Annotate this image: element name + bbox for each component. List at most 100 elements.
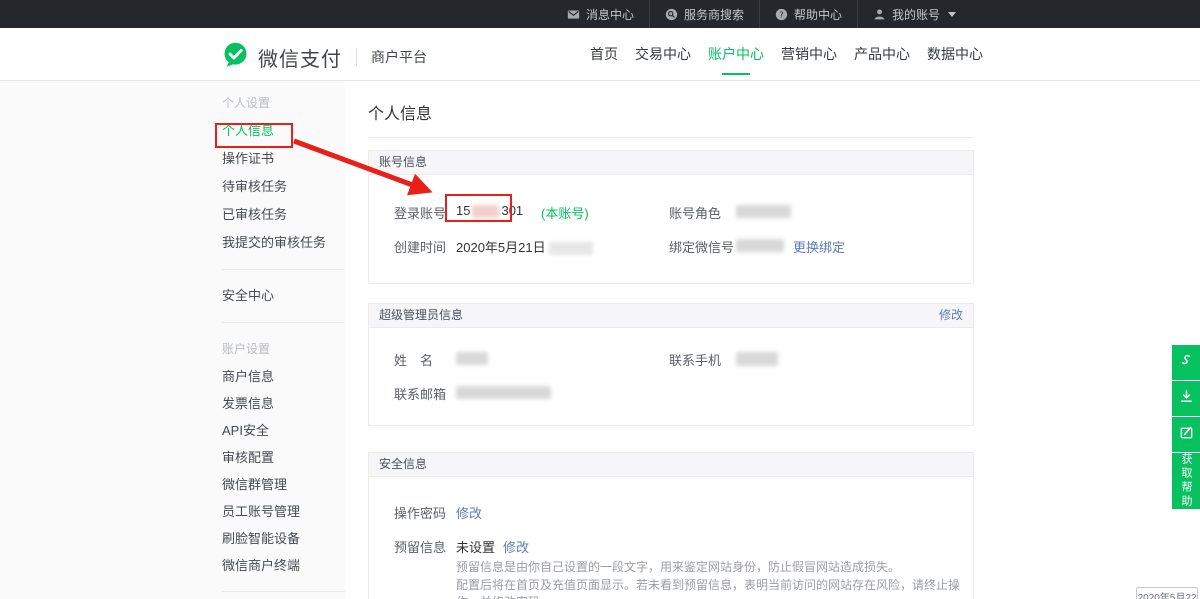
sidebar-item-api-security[interactable]: API安全 [222,417,345,444]
account-role-value [736,203,791,218]
super-admin-edit-link[interactable]: 修改 [939,304,963,327]
sidebar-item-operation-certificate[interactable]: 操作证书 [222,145,345,173]
created-time-value: 2020年5月21日 [456,237,593,256]
sidebar-item-my-submitted-review-tasks[interactable]: 我提交的审核任务 [222,229,345,257]
login-account-label: 登录账号 [394,203,446,222]
reserved-info-label: 预留信息 [394,537,446,556]
reserved-info-value: 未设置 [456,537,495,556]
merchant-platform-page: 消息中心 服务商搜索 ? 帮助中心 我的账号 [0,0,1200,599]
contact-phone-value [736,350,778,366]
nav-data-center[interactable]: 数据中心 [927,28,983,80]
sidebar-item-personal-info[interactable]: 个人信息 [222,117,345,145]
nav-account-center[interactable]: 账户中心 [708,28,764,80]
my-account-menu[interactable]: 我的账号 [857,0,971,28]
contact-email-label: 联系邮箱 [394,384,446,403]
redacted-name [456,352,488,365]
security-info-section: 安全信息 操作密码 修改 预留信息 未设置 修改 预留信息是由你自己设置的一段文… [368,452,974,599]
nav-product-center[interactable]: 产品中心 [854,28,910,80]
bound-wechat-value [736,237,784,252]
sidebar-item-pending-review-tasks[interactable]: 待审核任务 [222,173,345,201]
sidebar-group-account-settings: 账户设置 [222,335,345,363]
sidebar-divider [222,591,345,592]
name-value [456,350,488,365]
current-account-tag: (本账号) [541,203,589,222]
main-content: 个人信息 账号信息 登录账号 15301 (本账号) 账号角色 创建时间 202… [368,81,974,599]
primary-nav: 首页 交易中心 账户中心 营销中心 产品中心 数据中心 [590,28,983,80]
get-help-button[interactable]: 获取帮助 [1172,453,1200,509]
my-account-label: 我的账号 [892,6,940,23]
login-account-value: 15301 [456,203,523,218]
quick-link-button[interactable] [1172,345,1200,380]
redacted-wechat-id [736,239,784,252]
sidebar-item-face-smart-device[interactable]: 刷脸智能设备 [222,525,345,552]
site-header: 微信支付 商户平台 首页 交易中心 账户中心 营销中心 产品中心 数据中心 [0,28,1200,81]
svg-text:?: ? [779,9,783,19]
active-tab-underline [722,73,750,75]
bound-wechat-label: 绑定微信号 [669,237,734,256]
sidebar-item-staff-account-management[interactable]: 员工账号管理 [222,498,345,525]
download-icon [1179,389,1194,409]
nav-marketing-center[interactable]: 营销中心 [781,28,837,80]
date-tooltip: 2020年5月22日 [1136,587,1198,599]
redacted-phone [736,352,778,366]
sidebar-item-reviewed-tasks[interactable]: 已审核任务 [222,201,345,229]
sidebar-divider [222,322,345,323]
created-time-label: 创建时间 [394,237,446,256]
account-info-section-title: 账号信息 [379,151,427,174]
contact-phone-label: 联系手机 [669,350,721,369]
nav-home[interactable]: 首页 [590,28,618,80]
sidebar-group-personal-settings: 个人设置 [222,89,345,117]
download-button[interactable] [1172,381,1200,416]
redacted-role [736,205,791,218]
contact-email-value [456,384,551,399]
operation-password-edit-link[interactable]: 修改 [456,503,482,522]
super-admin-section: 超级管理员信息 修改 姓 名 联系手机 联系邮箱 [368,303,974,426]
security-info-section-title: 安全信息 [379,453,427,476]
user-icon [873,8,886,21]
nav-transaction-center[interactable]: 交易中心 [635,28,691,80]
sidebar-item-wechat-merchant-terminal[interactable]: 微信商户终端 [222,552,345,579]
portal-title: 商户平台 [371,47,427,67]
sidebar-item-review-config[interactable]: 审核配置 [222,444,345,471]
change-binding-link[interactable]: 更换绑定 [793,237,845,256]
wechat-pay-logo-icon [222,41,249,73]
account-role-label: 账号角色 [669,203,721,222]
sidebar-divider [222,269,345,270]
service-provider-search-label: 服务商搜索 [684,6,744,23]
reserved-info-edit-link[interactable]: 修改 [503,537,529,556]
brand-area[interactable]: 微信支付 商户平台 [222,41,427,73]
help-center-link[interactable]: ? 帮助中心 [759,0,857,28]
help-center-label: 帮助中心 [794,6,842,23]
page-title: 个人信息 [368,100,974,124]
floating-toolbar: 获取帮助 [1172,345,1200,509]
sidebar: 个人设置 个人信息 操作证书 待审核任务 已审核任务 我提交的审核任务 安全中心… [0,81,345,599]
redacted-email [456,386,551,399]
title-divider [368,137,974,138]
operation-password-label: 操作密码 [394,503,446,522]
service-provider-search-link[interactable]: 服务商搜索 [649,0,759,28]
message-center-link[interactable]: 消息中心 [552,0,649,28]
reserved-info-notes: 预留信息是由你自己设置的一段文字，用来鉴定网站身份，防止假冒网站造成损失。 配置… [456,559,966,599]
feedback-button[interactable] [1172,417,1200,452]
account-info-section: 账号信息 登录账号 15301 (本账号) 账号角色 创建时间 2020年5月2… [368,150,974,284]
sidebar-item-wechat-group-management[interactable]: 微信群管理 [222,471,345,498]
name-label: 姓 名 [394,350,433,369]
brand-divider [356,48,357,66]
edit-icon [1179,425,1194,445]
sidebar-item-merchant-info[interactable]: 商户信息 [222,363,345,390]
redacted-login-digits [472,205,499,218]
search-icon [665,8,678,21]
sidebar-item-security-center[interactable]: 安全中心 [222,282,345,310]
message-center-label: 消息中心 [586,6,634,23]
super-admin-section-title: 超级管理员信息 [379,304,463,327]
chevron-down-icon [948,12,956,17]
question-icon: ? [775,8,788,21]
note-line: 预留信息是由你自己设置的一段文字，用来鉴定网站身份，防止假冒网站造成损失。 [456,559,966,577]
top-utility-bar: 消息中心 服务商搜索 ? 帮助中心 我的账号 [0,0,1200,28]
brand-title: 微信支付 [258,43,342,72]
sidebar-item-invoice-info[interactable]: 发票信息 [222,390,345,417]
redacted-created-time [549,242,593,255]
link-icon [1179,353,1194,373]
note-line: 配置后将在首页及充值页面显示。若未看到预留信息，表明当前访问的网站存在风险，请终… [456,577,966,599]
mail-icon [567,8,580,21]
